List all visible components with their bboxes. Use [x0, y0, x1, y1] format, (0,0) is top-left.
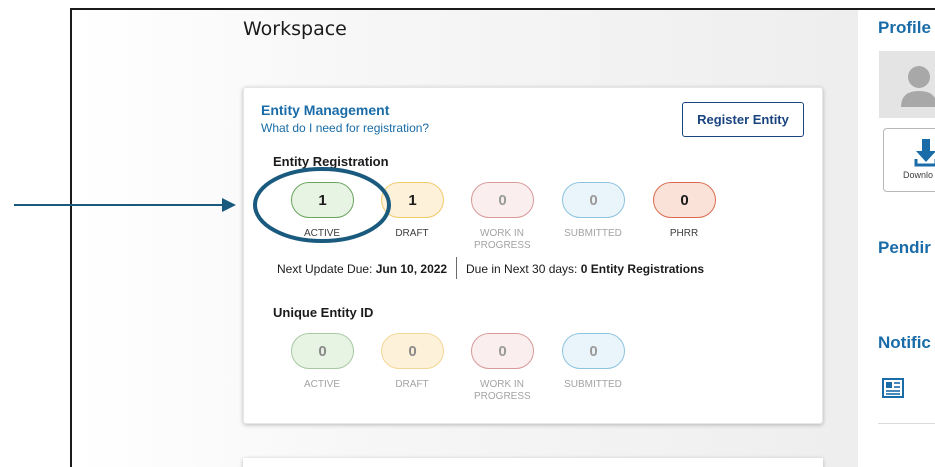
annotation-circle: [253, 167, 391, 243]
annotation-overlay: [14, 167, 391, 243]
annotation-arrow-head-icon: [222, 198, 236, 212]
screenshot-stage: Workspace Entity Management What do I ne…: [0, 0, 935, 467]
